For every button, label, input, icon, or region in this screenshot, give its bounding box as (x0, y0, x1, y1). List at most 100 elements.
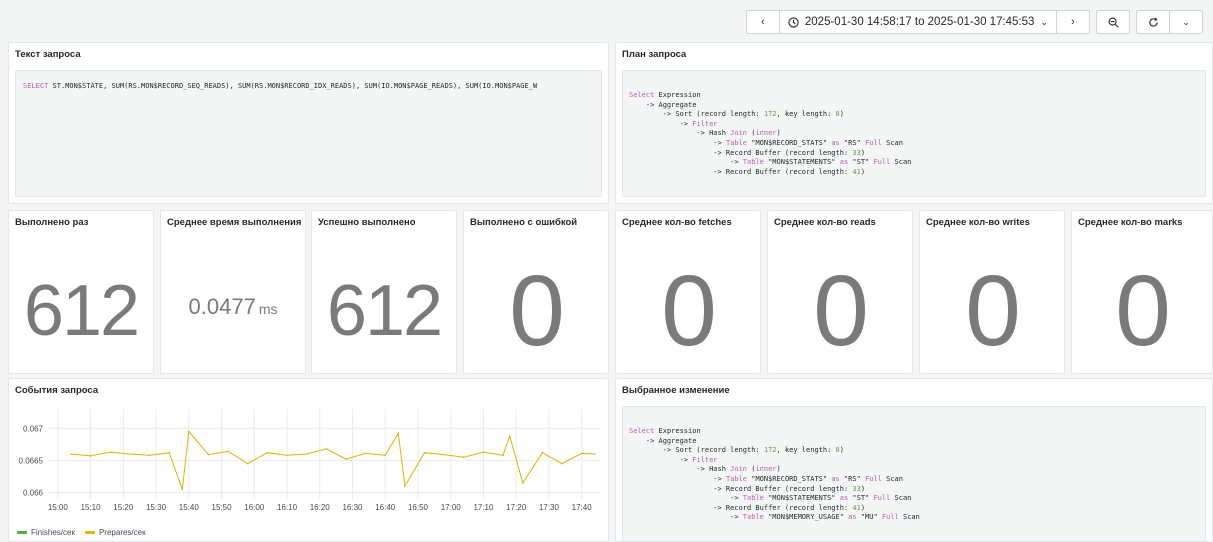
code-line: -> Table "MON$RECORD_STATS" as "RS" Full… (629, 474, 903, 483)
code-line: -> Record Buffer (record length: 33) (629, 148, 866, 157)
panel-title: Выбранное изменение (622, 385, 730, 396)
y-tick-label: 0.0665 (19, 456, 44, 465)
stat-value: 0 (661, 254, 717, 367)
series-point (266, 451, 269, 454)
chevron-left-icon: ‹ (761, 16, 765, 28)
query-events-panel: События запроса 0.066 0.0665 0.067 15:00 15:… (8, 378, 609, 542)
legend-item-finishes[interactable]: Finishes/сек (17, 528, 75, 537)
code-line: -> Sort (record length: 172, key length:… (629, 446, 844, 455)
legend-label: Finishes/сек (31, 528, 75, 537)
series-point (404, 485, 406, 487)
legend-item-prepares[interactable]: Prepares/сек (84, 528, 146, 537)
x-tick-label: 16:10 (277, 503, 298, 512)
panel-title: Текст запроса (15, 49, 81, 60)
series-point (305, 453, 308, 455)
chevron-down-icon: ⌄ (1040, 16, 1048, 27)
query-text-box[interactable]: SELECT ST.MON$STATE, SUM(RS.MON$RECORD_S… (15, 70, 602, 197)
series-point (593, 453, 596, 455)
x-tick-label: 15:10 (81, 503, 102, 512)
stat-value: 0 (1115, 254, 1171, 367)
series-point (345, 458, 347, 460)
code-line: -> Aggregate (629, 100, 697, 109)
stat-value: 612 (326, 271, 443, 351)
selected-change-panel: Выбранное изменение Select Expression ->… (615, 378, 1213, 542)
series-point (109, 451, 112, 453)
series-point (502, 454, 504, 457)
selected-change-box[interactable]: Select Expression -> Aggregate -> Sort (… (622, 406, 1206, 541)
query-plan-text: Select Expression -> Aggregate -> Sort (… (623, 71, 1205, 177)
series-point (129, 453, 131, 455)
code-line: -> Record Buffer (record length: 41) (629, 167, 866, 176)
refresh-interval-button[interactable]: ⌄ (1170, 11, 1202, 33)
x-tick-label: 15:40 (179, 503, 200, 512)
zoom-out-group (1096, 10, 1130, 34)
series-point (508, 435, 511, 437)
time-range-picker[interactable]: 2025-01-30 14:58:17 to 2025-01-30 17:45:… (780, 11, 1057, 33)
code-line: -> Hash Join (inner) (629, 129, 781, 138)
series-point (207, 453, 210, 456)
panel-title: События запроса (15, 385, 99, 396)
query-text-panel: Текст запроса SELECT ST.MON$STATE, SUM(R… (8, 42, 609, 204)
code-line: -> Record Buffer (record length: 41) (629, 503, 866, 512)
series-point (181, 488, 184, 491)
code-line: -> Sort (record length: 172, key length:… (629, 110, 844, 119)
refresh-button[interactable] (1137, 11, 1170, 33)
stat-value: 0.0477 ms (188, 294, 278, 319)
x-tick-label: 15:30 (146, 503, 167, 512)
x-tick-label: 15:00 (48, 503, 69, 512)
chevron-right-icon: › (1071, 16, 1075, 28)
refresh-group: ⌄ (1136, 10, 1203, 34)
series-point (561, 462, 563, 465)
stat-unit: ms (258, 301, 278, 317)
stat-value: 0 (965, 254, 1021, 367)
x-tick-label: 17:30 (539, 503, 560, 512)
series-point (541, 451, 544, 454)
panel-title: Среднее кол-во reads (774, 217, 876, 228)
series-point (168, 451, 170, 454)
series-point (89, 455, 92, 457)
series-point (397, 432, 400, 435)
x-tick-label: 17:00 (441, 503, 462, 512)
stat-panel-avg-marks: Среднее кол-во marks 0 (1071, 210, 1213, 374)
time-next-button[interactable]: › (1057, 11, 1089, 33)
x-tick-label: 16:00 (244, 503, 265, 512)
stat-panel-avg-fetches: Среднее кол-во fetches 0 (615, 210, 761, 374)
code-line: -> Table "MON$MEMORY_USAGE" as "MU" Full… (629, 513, 920, 522)
panel-title: Среднее кол-во writes (926, 217, 1030, 228)
series-point (188, 430, 190, 433)
x-tick-label: 17:20 (506, 503, 527, 512)
time-range-label: 2025-01-30 14:58:17 to 2025-01-30 17:45:… (804, 16, 1035, 28)
series-point (580, 452, 583, 455)
y-tick-label: 0.066 (23, 489, 44, 498)
events-chart[interactable]: 0.066 0.0665 0.067 15:00 15:10 15:20 15:30 15:4… (9, 401, 608, 531)
time-toolbar: ‹ 2025-01-30 14:58:17 to 2025-01-30 17:4… (745, 10, 1203, 34)
series-point (423, 451, 426, 454)
code-line: -> Filter (629, 455, 718, 464)
series-point (463, 456, 465, 459)
chevron-down-icon: ⌄ (1182, 16, 1190, 27)
code-line: -> Filter (629, 119, 718, 128)
stat-panel-avg-reads: Среднее кол-во reads 0 (767, 210, 913, 374)
x-tick-label: 16:20 (310, 503, 331, 512)
query-plan-box[interactable]: Select Expression -> Aggregate -> Sort (… (622, 70, 1206, 197)
series-point (70, 453, 72, 455)
zoom-out-icon (1108, 17, 1118, 27)
chart-legend: Finishes/сек Prepares/сек (17, 528, 146, 537)
x-tick-label: 15:50 (212, 503, 233, 512)
series-point (521, 482, 524, 484)
panel-title: Среднее кол-во marks (1078, 217, 1183, 228)
x-tick-label: 16:30 (342, 503, 363, 512)
time-range-group: ‹ 2025-01-30 14:58:17 to 2025-01-30 17:4… (745, 10, 1090, 34)
stat-value: 0 (813, 254, 869, 367)
legend-swatch (17, 531, 27, 534)
panel-title: Выполнено с ошибкой (470, 217, 578, 228)
time-prev-button[interactable]: ‹ (747, 11, 780, 33)
zoom-out-button[interactable] (1097, 11, 1129, 33)
stat-panel-success-count: Успешно выполнено 612 (311, 210, 457, 374)
series-point (325, 448, 328, 450)
stat-value: 0 (509, 254, 565, 367)
stat-panel-avg-writes: Среднее кол-во writes 0 (919, 210, 1065, 374)
code-line: Select Expression (629, 427, 701, 435)
series-point (443, 453, 445, 456)
selected-change-text: Select Expression -> Aggregate -> Sort (… (623, 407, 1205, 523)
